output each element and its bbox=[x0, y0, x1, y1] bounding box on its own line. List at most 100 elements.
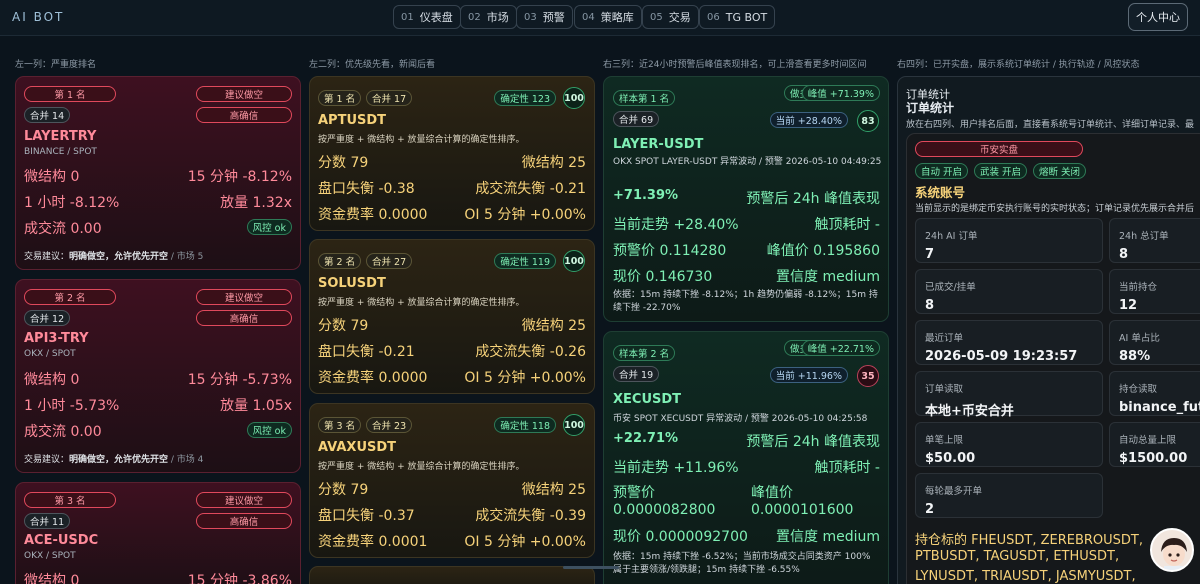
confidence-badge: 高确信 bbox=[196, 310, 292, 326]
tile-label: 24h 总订单 bbox=[1119, 231, 1169, 242]
funding-rate: 资金费率 0.0000 bbox=[318, 207, 428, 223]
stat-tile: 当前持仓 12 bbox=[1109, 269, 1200, 314]
current-badge: 当前 +11.96% bbox=[769, 367, 848, 383]
priority-card-4[interactable] bbox=[309, 566, 595, 584]
certainty-badge: 确定性 123 bbox=[494, 90, 556, 106]
tile-label: AI 单占比 bbox=[1119, 333, 1160, 344]
exchange-label: OKX / SPOT bbox=[24, 349, 76, 359]
funding-rate: 资金费率 0.0000 bbox=[318, 370, 428, 386]
score-metric: 分数 79 bbox=[318, 318, 369, 334]
oi-change: OI 5 分钟 +0.00% bbox=[464, 207, 586, 223]
advice-text: 明确做空，允许优先开空 bbox=[69, 252, 169, 262]
tile-label: 已成交/挂单 bbox=[925, 282, 976, 293]
oi-change: OI 5 分钟 +0.00% bbox=[464, 534, 586, 550]
peak-card-1[interactable]: 样本第 1 名 做多 峰值 +71.39% 合并 69 当前 +28.40% 8… bbox=[603, 76, 889, 322]
tab-strategies[interactable]: 04 策略库 bbox=[574, 5, 642, 29]
tile-value: $1500.00 bbox=[1119, 451, 1188, 466]
flow-imbalance: 成交流失衡 -0.39 bbox=[475, 508, 586, 524]
merge-badge: 合并 23 bbox=[366, 417, 413, 433]
tile-label: 当前持仓 bbox=[1119, 282, 1158, 293]
tab-alerts[interactable]: 03 预警 bbox=[516, 5, 573, 29]
arm-toggle[interactable]: 武装 开启 bbox=[974, 163, 1028, 179]
merge-badge: 合并 69 bbox=[613, 111, 660, 127]
symbol-title: AVAXUSDT bbox=[318, 440, 397, 455]
stat-tile: 单笔上限 $50.00 bbox=[915, 422, 1103, 467]
exchange-label: OKX / SPOT bbox=[24, 551, 76, 561]
tab-tg-bot[interactable]: 06 TG BOT bbox=[699, 5, 776, 29]
priority-card-2[interactable]: 第 2 名 合并 27 确定性 119 100 SOLUSDT 按严重度 + 微… bbox=[309, 239, 595, 394]
breaker-toggle[interactable]: 熔断 关闭 bbox=[1033, 163, 1087, 179]
current-price: 现价 0.146730 bbox=[613, 269, 713, 285]
sort-description: 按严重度 + 微结构 + 放量综合计算的确定性排序。 bbox=[318, 462, 525, 472]
tab-market[interactable]: 02 市场 bbox=[460, 5, 517, 29]
risk-badge: 风控 ok bbox=[246, 422, 292, 438]
symbol-title: LAYERTRY bbox=[24, 129, 97, 144]
touch-time: 触顶耗时 - bbox=[814, 217, 880, 233]
tile-label: 单笔上限 bbox=[925, 435, 964, 446]
trend-metric: 当前走势 +28.40% bbox=[613, 217, 739, 233]
tab-label: 交易 bbox=[668, 11, 691, 24]
account-description: 当前显示的是绑定币安执行账号的实时状态；订单记录优先展示合并后 bbox=[915, 204, 1195, 214]
tab-trade[interactable]: 05 交易 bbox=[642, 5, 699, 29]
tile-value: 2 bbox=[925, 502, 935, 517]
stat-tile: 已成交/挂单 8 bbox=[915, 269, 1103, 314]
tab-number: 02 bbox=[468, 11, 481, 23]
tab-dashboard[interactable]: 01 仪表盘 bbox=[393, 5, 461, 29]
alert-price-value: 0.0000082800 bbox=[613, 502, 716, 518]
rank-badge: 第 1 名 bbox=[318, 90, 362, 106]
flow-metric: 成交流 0.00 bbox=[24, 221, 102, 237]
confidence-badge: 高确信 bbox=[196, 107, 292, 123]
rank-badge: 第 3 名 bbox=[318, 417, 362, 433]
peak-price: 峰值价 0.195860 bbox=[766, 243, 880, 259]
severity-card-1[interactable]: 第 1 名 建议做空 合并 14 高确信 LAYERTRY BINANCE / … bbox=[15, 76, 301, 270]
stat-tile: 自动总量上限 $1500.00 bbox=[1109, 422, 1200, 467]
priority-card-1[interactable]: 第 1 名 合并 17 确定性 123 100 APTUSDT 按严重度 + 微… bbox=[309, 76, 595, 231]
confidence-badge: 高确信 bbox=[196, 513, 292, 529]
tile-value: 12 bbox=[1119, 298, 1138, 313]
current-price: 现价 0.0000092700 bbox=[613, 529, 748, 545]
priority-card-3[interactable]: 第 3 名 合并 23 确定性 118 100 AVAXUSDT 按严重度 + … bbox=[309, 403, 595, 558]
tab-number: 01 bbox=[401, 11, 414, 23]
score-circle: 100 bbox=[563, 250, 585, 272]
merge-badge: 合并 11 bbox=[24, 513, 71, 529]
stat-tile: 24h AI 订单 7 bbox=[915, 218, 1103, 263]
action-badge: 建议做空 bbox=[196, 492, 292, 508]
assistant-avatar[interactable] bbox=[1150, 528, 1194, 572]
action-badge: 建议做空 bbox=[196, 289, 292, 305]
rank-badge: 第 2 名 bbox=[24, 289, 116, 305]
confidence-value: 置信度 medium bbox=[776, 269, 880, 285]
m15-metric: 15 分钟 -3.86% bbox=[187, 573, 292, 584]
peak-badge: 峰值 +22.71% bbox=[801, 340, 880, 356]
symbol-title: ACE-USDC bbox=[24, 533, 99, 548]
auto-toggle[interactable]: 自动 开启 bbox=[915, 163, 969, 179]
m15-metric: 15 分钟 -5.73% bbox=[187, 372, 292, 388]
scroll-indicator[interactable] bbox=[563, 566, 619, 569]
user-center-button[interactable]: 个人中心 bbox=[1128, 3, 1188, 31]
touch-time: 触顶耗时 - bbox=[814, 460, 880, 476]
tab-label: 预警 bbox=[542, 11, 565, 24]
symbol-title: APTUSDT bbox=[318, 113, 387, 128]
symbol-title: XECUSDT bbox=[613, 392, 682, 407]
tile-label: 订单读取 bbox=[925, 384, 964, 395]
account-panel: 币安实盘 自动 开启 武装 开启 熔断 关闭 系统账号 当前显示的是绑定币安执行… bbox=[906, 133, 1200, 584]
column-header-severity: 左一列：严重度排名 bbox=[15, 60, 97, 70]
holdings-line-2: PTBUSDT, TAGUSDT, ETHUSDT, bbox=[915, 549, 1120, 564]
peak-badge: 峰值 +71.39% bbox=[801, 85, 880, 101]
tile-label: 持仓读取 bbox=[1119, 384, 1158, 395]
score-circle: 83 bbox=[857, 110, 879, 132]
micro-metric: 微结构 25 bbox=[521, 482, 586, 498]
brand-logo[interactable]: AI BOT bbox=[12, 10, 64, 24]
peak-price-label: 峰值价 bbox=[751, 485, 793, 501]
merge-badge: 合并 17 bbox=[366, 90, 413, 106]
sample-rank-badge: 样本第 1 名 bbox=[613, 90, 676, 106]
severity-card-2[interactable]: 第 2 名 建议做空 合并 12 高确信 API3-TRY OKX / SPOT… bbox=[15, 279, 301, 473]
tile-value: 2026-05-09 19:23:57 bbox=[925, 349, 1078, 364]
peak-card-2[interactable]: 样本第 2 名 做多 峰值 +22.71% 合并 19 当前 +11.96% 3… bbox=[603, 331, 889, 584]
certainty-badge: 确定性 119 bbox=[494, 253, 556, 269]
certainty-badge: 确定性 118 bbox=[494, 417, 556, 433]
column-header-priority: 左二列：优先级先看，新闻后看 bbox=[309, 60, 436, 70]
severity-card-3[interactable]: 第 3 名 建议做空 合并 11 高确信 ACE-USDC OKX / SPOT… bbox=[15, 482, 301, 584]
tile-value: 8 bbox=[925, 298, 935, 313]
stat-tile: 最近订单 2026-05-09 19:23:57 bbox=[915, 320, 1103, 365]
gain-value: +22.71% bbox=[613, 431, 679, 446]
